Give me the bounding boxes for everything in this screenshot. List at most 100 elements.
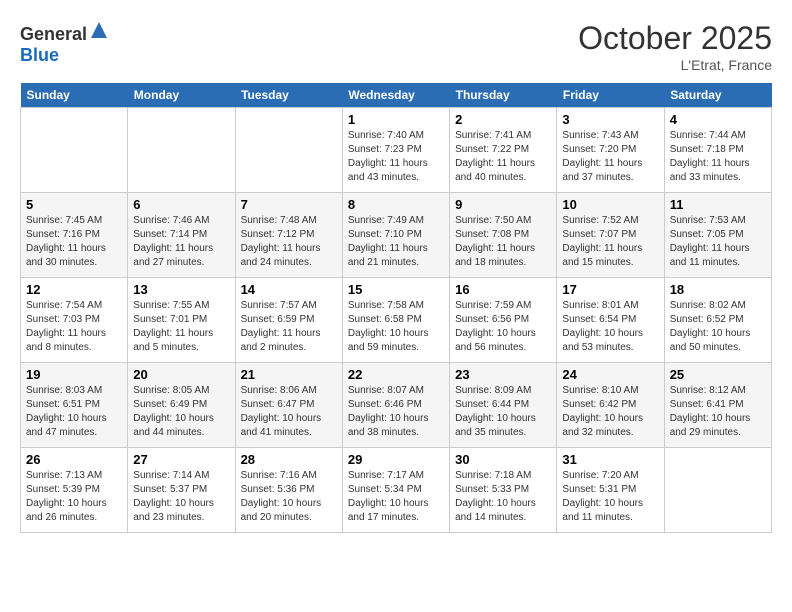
calendar-cell: 15 Sunrise: 7:58 AM Sunset: 6:58 PM Dayli…: [342, 278, 449, 363]
calendar-week-row: 26Sunrise: 7:13 AM Sunset: 5:39 PM Dayli…: [21, 448, 772, 533]
day-number: 24: [562, 367, 658, 382]
day-info: Sunrise: 8:12 AM Sunset: 6:41 PM Dayligh…: [670, 384, 766, 440]
day-info: Sunrise: 7:18 AM Sunset: 5:33 PM Dayligh…: [455, 469, 551, 525]
calendar-cell: 17Sunrise: 8:01 AM Sunset: 6:54 PM Dayli…: [557, 278, 664, 363]
calendar-cell: 14 Sunrise: 7:57 AM Sunset: 6:59 PM Dayli…: [235, 278, 342, 363]
calendar-cell: 26Sunrise: 7:13 AM Sunset: 5:39 PM Dayli…: [21, 448, 128, 533]
day-info: Sunrise: 8:07 AM Sunset: 6:46 PM Dayligh…: [348, 384, 444, 440]
calendar-cell: 11Sunrise: 7:53 AM Sunset: 7:05 PM Dayli…: [664, 193, 771, 278]
day-info: Sunrise: 7:45 AM Sunset: 7:16 PM Dayligh…: [26, 214, 122, 270]
day-number: 8: [348, 197, 444, 212]
day-header-wednesday: Wednesday: [342, 83, 449, 108]
day-info: Sunrise: 7:43 AM Sunset: 7:20 PM Dayligh…: [562, 129, 658, 185]
day-info: Sunrise: 7:48 AM Sunset: 7:12 PM Dayligh…: [241, 214, 337, 270]
day-info: Sunrise: 7:17 AM Sunset: 5:34 PM Dayligh…: [348, 469, 444, 525]
day-info: Sunrise: 7:58 AM Sunset: 6:58 PM Dayligh…: [348, 299, 444, 355]
day-number: 16: [455, 282, 551, 297]
day-number: 12: [26, 282, 122, 297]
calendar-cell: 24 Sunrise: 8:10 AM Sunset: 6:42 PM Dayli…: [557, 363, 664, 448]
day-header-sunday: Sunday: [21, 83, 128, 108]
calendar-cell: 27 Sunrise: 7:14 AM Sunset: 5:37 PM Dayli…: [128, 448, 235, 533]
calendar-cell: 18Sunrise: 8:02 AM Sunset: 6:52 PM Dayli…: [664, 278, 771, 363]
day-number: 15: [348, 282, 444, 297]
day-info: Sunrise: 7:41 AM Sunset: 7:22 PM Dayligh…: [455, 129, 551, 185]
day-number: 25: [670, 367, 766, 382]
day-info: Sunrise: 7:40 AM Sunset: 7:23 PM Dayligh…: [348, 129, 444, 185]
day-info: Sunrise: 7:55 AM Sunset: 7:01 PM Dayligh…: [133, 299, 229, 355]
calendar-cell: 23 Sunrise: 8:09 AM Sunset: 6:44 PM Dayli…: [450, 363, 557, 448]
day-number: 30: [455, 452, 551, 467]
day-number: 29: [348, 452, 444, 467]
calendar-cell: [664, 448, 771, 533]
calendar-cell: 16Sunrise: 7:59 AM Sunset: 6:56 PM Dayli…: [450, 278, 557, 363]
calendar-cell: 4 Sunrise: 7:44 AM Sunset: 7:18 PM Daylig…: [664, 108, 771, 193]
day-info: Sunrise: 8:02 AM Sunset: 6:52 PM Dayligh…: [670, 299, 766, 355]
day-info: Sunrise: 8:09 AM Sunset: 6:44 PM Dayligh…: [455, 384, 551, 440]
calendar-cell: 25 Sunrise: 8:12 AM Sunset: 6:41 PM Dayli…: [664, 363, 771, 448]
calendar-cell: 13 Sunrise: 7:55 AM Sunset: 7:01 PM Dayli…: [128, 278, 235, 363]
day-info: Sunrise: 8:06 AM Sunset: 6:47 PM Dayligh…: [241, 384, 337, 440]
day-number: 10: [562, 197, 658, 212]
logo: General Blue: [20, 20, 109, 66]
calendar-header-row: SundayMondayTuesdayWednesdayThursdayFrid…: [21, 83, 772, 108]
calendar-cell: 21 Sunrise: 8:06 AM Sunset: 6:47 PM Dayli…: [235, 363, 342, 448]
day-info: Sunrise: 7:57 AM Sunset: 6:59 PM Dayligh…: [241, 299, 337, 355]
calendar-cell: 5 Sunrise: 7:45 AM Sunset: 7:16 PM Daylig…: [21, 193, 128, 278]
day-info: Sunrise: 7:14 AM Sunset: 5:37 PM Dayligh…: [133, 469, 229, 525]
day-number: 23: [455, 367, 551, 382]
day-info: Sunrise: 8:03 AM Sunset: 6:51 PM Dayligh…: [26, 384, 122, 440]
calendar-cell: 31 Sunrise: 7:20 AM Sunset: 5:31 PM Dayli…: [557, 448, 664, 533]
calendar-table: SundayMondayTuesdayWednesdayThursdayFrid…: [20, 83, 772, 533]
day-number: 22: [348, 367, 444, 382]
day-number: 3: [562, 112, 658, 127]
day-number: 28: [241, 452, 337, 467]
day-number: 7: [241, 197, 337, 212]
calendar-cell: 30 Sunrise: 7:18 AM Sunset: 5:33 PM Dayli…: [450, 448, 557, 533]
day-header-monday: Monday: [128, 83, 235, 108]
month-title: October 2025: [578, 20, 772, 57]
day-header-saturday: Saturday: [664, 83, 771, 108]
day-number: 27: [133, 452, 229, 467]
calendar-cell: [235, 108, 342, 193]
day-info: Sunrise: 7:46 AM Sunset: 7:14 PM Dayligh…: [133, 214, 229, 270]
day-info: Sunrise: 8:05 AM Sunset: 6:49 PM Dayligh…: [133, 384, 229, 440]
day-number: 14: [241, 282, 337, 297]
day-number: 19: [26, 367, 122, 382]
calendar-cell: 1 Sunrise: 7:40 AM Sunset: 7:23 PM Daylig…: [342, 108, 449, 193]
logo-general: General: [20, 24, 87, 44]
day-info: Sunrise: 7:50 AM Sunset: 7:08 PM Dayligh…: [455, 214, 551, 270]
calendar-cell: 7 Sunrise: 7:48 AM Sunset: 7:12 PM Daylig…: [235, 193, 342, 278]
day-number: 9: [455, 197, 551, 212]
calendar-cell: [21, 108, 128, 193]
calendar-cell: 28 Sunrise: 7:16 AM Sunset: 5:36 PM Dayli…: [235, 448, 342, 533]
logo-icon: [89, 20, 109, 40]
calendar-cell: 3 Sunrise: 7:43 AM Sunset: 7:20 PM Daylig…: [557, 108, 664, 193]
day-info: Sunrise: 7:20 AM Sunset: 5:31 PM Dayligh…: [562, 469, 658, 525]
day-number: 21: [241, 367, 337, 382]
location-title: L'Etrat, France: [578, 57, 772, 73]
day-info: Sunrise: 8:01 AM Sunset: 6:54 PM Dayligh…: [562, 299, 658, 355]
day-number: 31: [562, 452, 658, 467]
day-number: 13: [133, 282, 229, 297]
day-info: Sunrise: 7:16 AM Sunset: 5:36 PM Dayligh…: [241, 469, 337, 525]
day-info: Sunrise: 7:44 AM Sunset: 7:18 PM Dayligh…: [670, 129, 766, 185]
day-number: 5: [26, 197, 122, 212]
calendar-cell: 10 Sunrise: 7:52 AM Sunset: 7:07 PM Dayli…: [557, 193, 664, 278]
day-info: Sunrise: 7:52 AM Sunset: 7:07 PM Dayligh…: [562, 214, 658, 270]
calendar-cell: [128, 108, 235, 193]
title-area: October 2025 L'Etrat, France: [578, 20, 772, 73]
day-info: Sunrise: 7:49 AM Sunset: 7:10 PM Dayligh…: [348, 214, 444, 270]
calendar-cell: 6Sunrise: 7:46 AM Sunset: 7:14 PM Daylig…: [128, 193, 235, 278]
calendar-cell: 22 Sunrise: 8:07 AM Sunset: 6:46 PM Dayli…: [342, 363, 449, 448]
day-header-thursday: Thursday: [450, 83, 557, 108]
day-info: Sunrise: 8:10 AM Sunset: 6:42 PM Dayligh…: [562, 384, 658, 440]
calendar-week-row: 19 Sunrise: 8:03 AM Sunset: 6:51 PM Dayli…: [21, 363, 772, 448]
day-number: 1: [348, 112, 444, 127]
day-number: 11: [670, 197, 766, 212]
calendar-cell: 20Sunrise: 8:05 AM Sunset: 6:49 PM Dayli…: [128, 363, 235, 448]
calendar-cell: 12Sunrise: 7:54 AM Sunset: 7:03 PM Dayli…: [21, 278, 128, 363]
day-header-tuesday: Tuesday: [235, 83, 342, 108]
page-header: General Blue October 2025 L'Etrat, Franc…: [20, 20, 772, 73]
day-number: 4: [670, 112, 766, 127]
calendar-week-row: 1 Sunrise: 7:40 AM Sunset: 7:23 PM Daylig…: [21, 108, 772, 193]
